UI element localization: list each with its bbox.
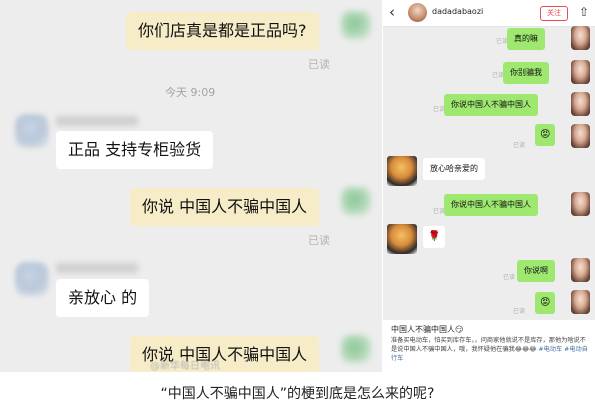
chat-timestamp: 今天 9:09 <box>165 86 216 99</box>
outgoing-message: 真的嘛 <box>507 28 545 50</box>
outgoing-message: 你别骗我 <box>503 62 549 84</box>
user-avatar[interactable] <box>408 3 427 22</box>
sender-avatar <box>571 258 590 282</box>
sender-avatar <box>571 124 590 148</box>
self-avatar <box>341 187 371 215</box>
post-title: 中国人不骗中国人😏 <box>391 325 464 334</box>
incoming-message: 🌹 <box>423 226 446 248</box>
right-phone-panel: ‹ dadadabaozi 关注 ⇧ 已读 真的嘛 已读 你别骗我 已读 你说中… <box>382 0 595 372</box>
sender-avatar <box>571 192 590 216</box>
merchant-name-redacted <box>56 116 138 126</box>
outgoing-message: 😡 <box>535 124 556 146</box>
back-arrow-icon[interactable]: ‹ <box>389 4 395 20</box>
self-avatar <box>341 335 371 363</box>
post-body: 准备买电动车，怕买到库存车，，问商家他就说不是库存，那他为啥说不是说中国人不骗中… <box>391 336 591 363</box>
read-status: 已读 <box>513 308 526 315</box>
outgoing-message: 😡 <box>535 292 556 314</box>
follow-button[interactable]: 关注 <box>540 6 568 21</box>
read-status: 已读 <box>503 274 516 281</box>
outgoing-message: 你们店真是都是正品吗? <box>126 12 319 50</box>
merchant-avatar <box>387 156 417 186</box>
sender-avatar <box>571 26 590 50</box>
read-status: 已读 <box>513 142 526 149</box>
self-avatar <box>341 11 371 39</box>
caption: “中国人不骗中国人”的梗到底是怎么来的呢? <box>0 372 595 420</box>
sender-avatar <box>571 92 590 116</box>
username[interactable]: dadadabaozi <box>432 7 483 16</box>
outgoing-message: 你说啊 <box>517 260 555 282</box>
post-card: 中国人不骗中国人😏 准备买电动车，怕买到库存车，，问商家他就说不是库存，那他为啥… <box>383 320 595 372</box>
incoming-message: 亲放心 的 <box>56 279 150 317</box>
sender-avatar <box>571 290 590 314</box>
read-status: 已读 <box>308 234 330 247</box>
outgoing-message: 你说 中国人不骗中国人 <box>130 188 320 226</box>
chat-header: ‹ dadadabaozi 关注 ⇧ <box>383 0 595 27</box>
merchant-name-redacted <box>56 263 138 273</box>
image-root: 你们店真是都是正品吗? 已读 今天 9:09 正品 支持专柜验货 你说 中国人不… <box>0 0 595 420</box>
read-status: 已读 <box>308 58 330 71</box>
outgoing-message: 你说中国人不骗中国人 <box>444 94 538 116</box>
merchant-avatar <box>15 262 49 296</box>
left-chat-panel: 你们店真是都是正品吗? 已读 今天 9:09 正品 支持专柜验货 你说 中国人不… <box>0 0 382 372</box>
watermark: @新华每日电讯 <box>150 361 220 372</box>
incoming-message: 放心哈亲爱的 <box>423 158 485 180</box>
merchant-avatar <box>387 224 417 254</box>
incoming-message: 正品 支持专柜验货 <box>56 131 214 169</box>
merchant-avatar <box>15 114 49 148</box>
sender-avatar <box>571 60 590 84</box>
share-icon[interactable]: ⇧ <box>579 5 589 19</box>
outgoing-message: 你说中国人不骗中国人 <box>444 194 538 216</box>
